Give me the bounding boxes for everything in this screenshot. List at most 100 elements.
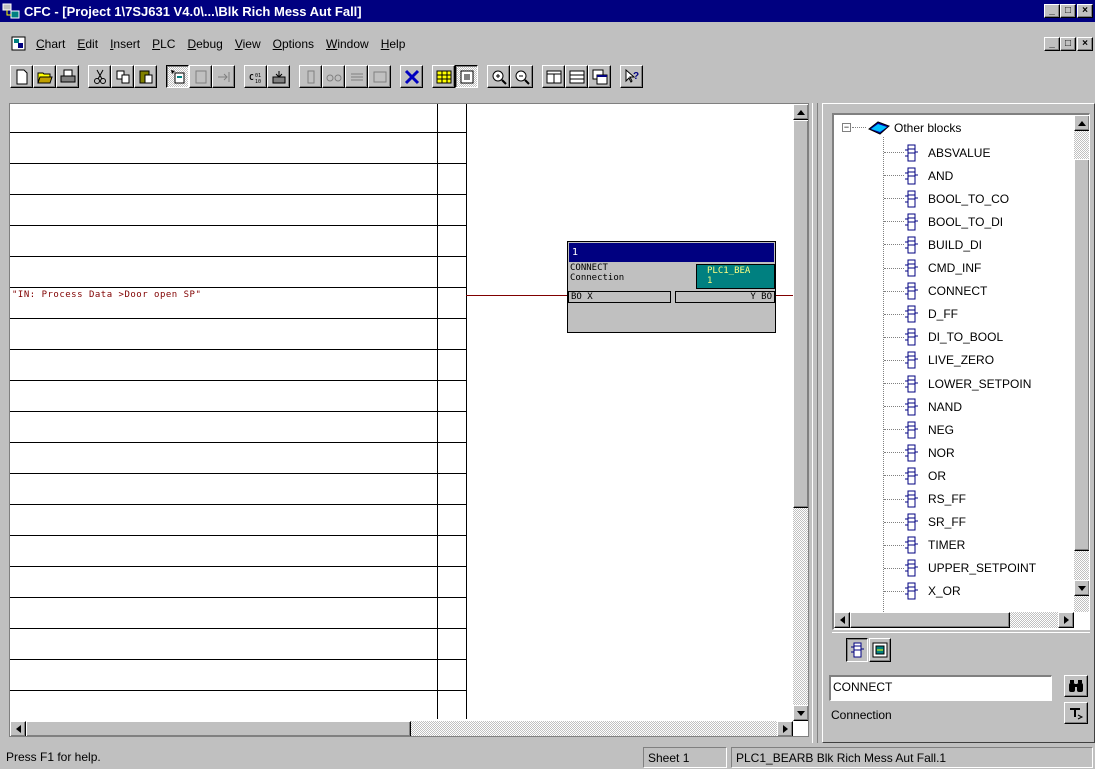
zoom-in-button[interactable]: [487, 65, 510, 88]
maximize-button[interactable]: □: [1060, 4, 1076, 18]
new-button[interactable]: [10, 65, 33, 88]
monitor-off-button[interactable]: [368, 65, 391, 88]
tree-scroll-up-button[interactable]: [1074, 115, 1089, 131]
download-button[interactable]: [267, 65, 290, 88]
minimize-button[interactable]: _: [1044, 4, 1060, 18]
tree-item[interactable]: LIVE_ZERO: [904, 349, 994, 372]
doc-minimize-button[interactable]: _: [1044, 37, 1060, 51]
windows-button[interactable]: [588, 65, 611, 88]
tree-item[interactable]: CMD_INF: [904, 257, 981, 280]
block-library-tree[interactable]: − Other blocks ABSVALUE AND BOOL_TO_CO BOOL…: [832, 113, 1090, 630]
scroll-down-button[interactable]: [793, 705, 808, 721]
tree-item[interactable]: D_FF: [904, 303, 958, 326]
menu-chart[interactable]: Chart: [30, 37, 71, 51]
tree-item[interactable]: NOR: [904, 441, 955, 464]
signal-label[interactable]: "IN: Process Data >Door open SP": [12, 290, 201, 300]
tree-item[interactable]: OR: [904, 464, 946, 487]
tree-item[interactable]: TIMER: [904, 534, 965, 557]
tree-horizontal-thumb[interactable]: [850, 612, 1010, 628]
copy-button[interactable]: [111, 65, 134, 88]
menu-window[interactable]: Window: [320, 37, 375, 51]
connect-block[interactable]: 1 CONNECT Connection PLC1_BEA 1 BO X Y B…: [567, 241, 776, 333]
tree-item[interactable]: BUILD_DI: [904, 233, 982, 256]
input-pin[interactable]: BO X: [568, 291, 671, 303]
document-icon[interactable]: [10, 36, 28, 52]
tree-item[interactable]: NAND: [904, 395, 962, 418]
tree-root[interactable]: Other blocks: [868, 116, 961, 139]
context-help-button[interactable]: ?: [620, 65, 643, 88]
cfc-app-icon[interactable]: [2, 3, 20, 19]
tree-item[interactable]: CONNECT: [904, 280, 987, 303]
arrow-right-icon: [782, 725, 788, 733]
find-button[interactable]: [1064, 675, 1088, 697]
tree-item[interactable]: BOOL_TO_DI: [904, 210, 1003, 233]
test-mode-button[interactable]: [299, 65, 322, 88]
menu-debug[interactable]: Debug: [181, 37, 228, 51]
tree-item[interactable]: BOOL_TO_CO: [904, 187, 1009, 210]
menu-view[interactable]: View: [229, 37, 267, 51]
paste-button[interactable]: [134, 65, 157, 88]
block-button[interactable]: [189, 65, 212, 88]
overview-button[interactable]: [400, 65, 423, 88]
tree-item[interactable]: X_OR: [904, 580, 961, 603]
connect-button[interactable]: [212, 65, 235, 88]
tree-connector: [884, 498, 904, 500]
horizontal-scroll-thumb[interactable]: [26, 721, 411, 736]
tree-item[interactable]: SR_FF: [904, 511, 966, 534]
split-button[interactable]: [565, 65, 588, 88]
menu-options[interactable]: Options: [267, 37, 320, 51]
tree-scroll-right-button[interactable]: [1058, 612, 1074, 628]
tree-collapse-toggle[interactable]: −: [842, 123, 851, 132]
panels-button[interactable]: [542, 65, 565, 88]
tree-connector: [884, 475, 904, 477]
tab-libraries[interactable]: [869, 638, 891, 662]
tree-item-label: DI_TO_BOOL: [928, 330, 1004, 345]
find-next-button[interactable]: [1064, 702, 1088, 724]
pane-splitter[interactable]: [812, 103, 818, 743]
watch-button[interactable]: [322, 65, 345, 88]
doc-close-button[interactable]: ×: [1077, 37, 1093, 51]
chart-view-button[interactable]: [455, 65, 478, 88]
block-icon: [905, 236, 918, 254]
title-bar[interactable]: CFC - [Project 1\7SJ631 V4.0\...\Blk Ric…: [0, 0, 1095, 22]
input-wire[interactable]: [466, 295, 568, 296]
menu-help[interactable]: Help: [375, 37, 412, 51]
monitor-on-button[interactable]: [345, 65, 368, 88]
menu-plc[interactable]: PLC: [146, 37, 181, 51]
tree-scroll-down-button[interactable]: [1074, 580, 1089, 596]
doc-restore-button[interactable]: □: [1060, 37, 1076, 51]
arrow-down-icon: [1078, 585, 1086, 591]
scroll-right-button[interactable]: [777, 721, 793, 736]
select-mode-button[interactable]: [166, 65, 189, 88]
tree-item[interactable]: LOWER_SETPOIN: [904, 372, 1031, 395]
open-button[interactable]: [33, 65, 56, 88]
arrow-up-icon: [1078, 120, 1086, 126]
compile-button[interactable]: C 01 10: [244, 65, 267, 88]
zoom-out-button[interactable]: [510, 65, 533, 88]
tree-vertical-thumb[interactable]: [1074, 159, 1089, 551]
sheet-view-button[interactable]: [432, 65, 455, 88]
tree-item[interactable]: DI_TO_BOOL: [904, 326, 1003, 349]
output-pin[interactable]: Y BO: [675, 291, 775, 303]
chart-canvas[interactable]: "IN: Process Data >Door open SP" 1 CONNE…: [9, 103, 809, 737]
close-button[interactable]: ×: [1077, 4, 1093, 18]
tab-blocks[interactable]: [846, 638, 868, 662]
tree-item[interactable]: NEG: [904, 418, 954, 441]
menu-insert[interactable]: Insert: [104, 37, 146, 51]
tree-item[interactable]: ABSVALUE: [904, 141, 990, 164]
tree-item[interactable]: UPPER_SETPOINT: [904, 557, 1036, 580]
vertical-scroll-thumb[interactable]: [793, 120, 808, 508]
status-bar: Press F1 for help. Sheet 1 PLC1_BEARB Bl…: [0, 745, 1095, 769]
menu-edit[interactable]: Edit: [71, 37, 104, 51]
tree-item[interactable]: AND: [904, 164, 953, 187]
scroll-up-button[interactable]: [793, 104, 808, 120]
tree-scroll-left-button[interactable]: [834, 612, 850, 628]
tree-item[interactable]: RS_FF: [904, 488, 966, 511]
scroll-left-button[interactable]: [10, 721, 26, 736]
print-button[interactable]: [56, 65, 79, 88]
output-wire[interactable]: [775, 295, 795, 296]
block-search-input[interactable]: CONNECT: [829, 675, 1052, 701]
cut-button[interactable]: [88, 65, 111, 88]
tree-connector: [884, 406, 904, 408]
sheet-bar-row: [10, 628, 466, 629]
